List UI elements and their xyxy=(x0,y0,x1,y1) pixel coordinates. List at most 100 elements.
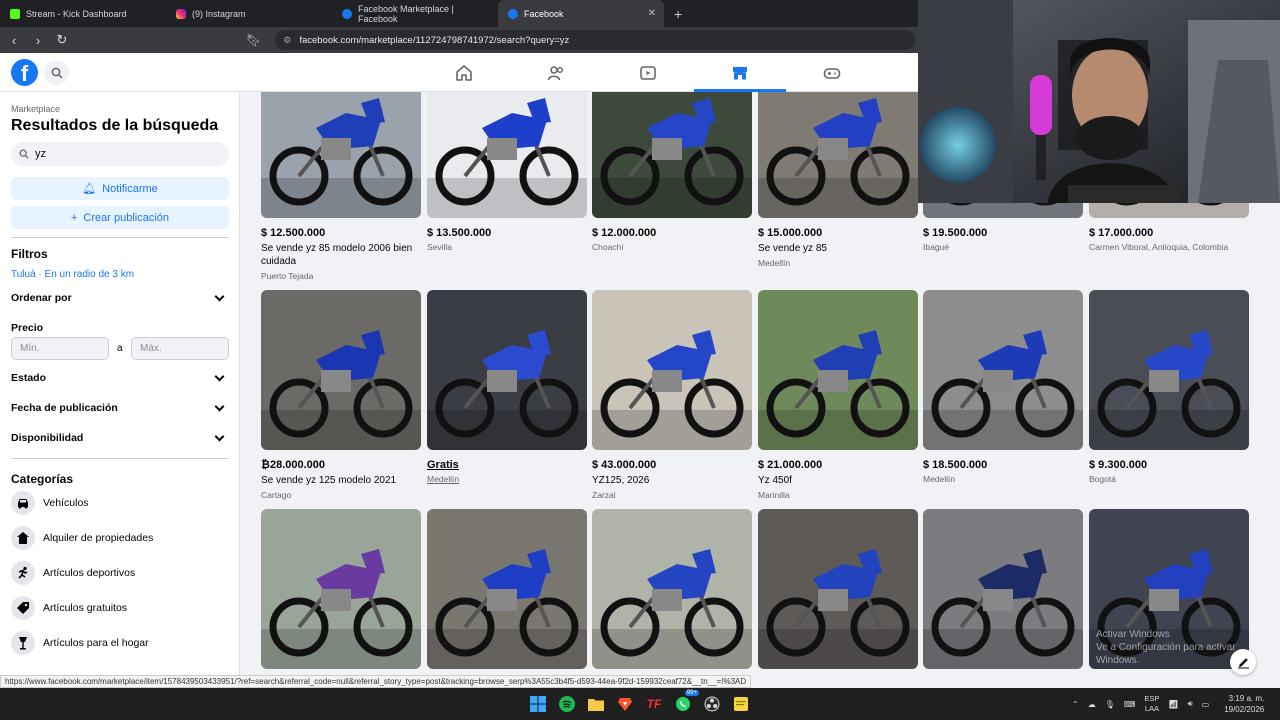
listing-card[interactable]: $ 21.000.000 Yz 450f Marinilla xyxy=(758,290,918,500)
listing-location: Medellín xyxy=(427,474,460,484)
volume-icon[interactable]: 🔊︎ xyxy=(1188,699,1193,709)
close-icon[interactable]: ✕ xyxy=(648,8,656,19)
marketplace-sidebar: Marketplace Resultados de la búsqueda yz… xyxy=(0,92,240,675)
listing-photo[interactable] xyxy=(592,509,752,669)
sticky-notes-app[interactable] xyxy=(729,692,753,716)
forward-icon[interactable]: › xyxy=(28,33,48,48)
facebook-logo[interactable]: f xyxy=(11,59,38,86)
new-tab-button[interactable]: + xyxy=(664,0,692,27)
listing-photo[interactable] xyxy=(427,92,587,218)
battery-icon[interactable]: ▭ xyxy=(1202,700,1210,709)
date-dropdown[interactable]: Fecha de publicación xyxy=(11,401,229,414)
listing-card[interactable] xyxy=(427,509,587,669)
listing-card[interactable]: $ 13.500.000 Sevilla xyxy=(427,92,587,252)
listing-card[interactable] xyxy=(592,509,752,669)
motorcycle-photo xyxy=(592,509,752,669)
price-label: Precio xyxy=(11,322,44,334)
notify-button[interactable]: 🔔︎ Notificarme xyxy=(11,177,229,200)
tab-facebook[interactable]: Facebook ✕ xyxy=(498,0,664,27)
motorcycle-photo xyxy=(592,290,752,450)
category-vehicles[interactable]: Vehículos xyxy=(11,491,89,515)
price-max-input[interactable]: Máx. xyxy=(131,337,229,360)
listing-card[interactable]: $ 12.000.000 Choachí xyxy=(592,92,752,252)
search-button[interactable] xyxy=(44,60,69,85)
listing-photo[interactable] xyxy=(758,509,918,669)
microphone-icon[interactable]: 🎙︎ xyxy=(1105,700,1115,709)
listing-photo[interactable] xyxy=(427,509,587,669)
listing-card[interactable]: $ 18.500.000 Medellín xyxy=(923,290,1083,484)
nav-video[interactable] xyxy=(602,53,694,92)
spotify-app[interactable] xyxy=(555,692,579,716)
listing-photo[interactable] xyxy=(427,290,587,450)
site-info-icon[interactable]: ⚙ xyxy=(283,35,291,46)
listing-photo[interactable] xyxy=(592,290,752,450)
category-home-goods[interactable]: Artículos para el hogar xyxy=(11,631,149,655)
search-input[interactable]: yz xyxy=(11,142,229,166)
section-label[interactable]: Marketplace xyxy=(11,104,60,114)
nav-gaming[interactable] xyxy=(786,53,878,92)
listing-card[interactable]: $ 15.000.000 Se vende yz 85 Medellín xyxy=(758,92,918,268)
tab-marketplace[interactable]: Facebook Marketplace | Facebook xyxy=(332,0,498,27)
nav-friends[interactable] xyxy=(510,53,602,92)
listing-photo[interactable] xyxy=(758,92,918,218)
price-min-placeholder: Mín. xyxy=(20,343,40,354)
system-tray: ⌃ ☁︎ 🎙︎ ⌨︎ ESP LAA 📶︎ 🔊︎ ▭ 3:19 a. m. 19… xyxy=(1072,688,1264,720)
category-label: Artículos para el hogar xyxy=(43,637,149,649)
cloud-sync-icon[interactable]: ☁︎ xyxy=(1088,700,1096,709)
motorcycle-photo xyxy=(923,509,1083,669)
category-free[interactable]: Artículos gratuitos xyxy=(11,596,127,620)
clock[interactable]: 3:19 a. m. 19/02/2026 xyxy=(1224,693,1264,715)
nav-marketplace[interactable] xyxy=(694,53,786,92)
listing-card[interactable]: $ 9.300.000 Bogotá xyxy=(1089,290,1249,484)
category-sports[interactable]: Artículos deportivos xyxy=(11,561,135,585)
price-max-placeholder: Máx. xyxy=(140,343,162,354)
start-button[interactable] xyxy=(526,692,550,716)
listing-photo[interactable] xyxy=(923,290,1083,450)
listing-location: Medellín xyxy=(758,258,791,268)
listing-card[interactable]: $ 43.000.000 YZ125, 2026 Zarzal xyxy=(592,290,752,500)
reload-icon[interactable]: ↻ xyxy=(52,32,72,48)
listing-photo[interactable] xyxy=(261,92,421,218)
file-explorer-app[interactable] xyxy=(584,692,608,716)
listing-photo[interactable] xyxy=(261,290,421,450)
sort-dropdown[interactable]: Ordenar por xyxy=(11,291,229,304)
url-field[interactable]: ⚙ facebook.com/marketplace/1127247987419… xyxy=(275,30,916,50)
obs-app[interactable] xyxy=(700,692,724,716)
back-icon[interactable]: ‹ xyxy=(4,33,24,48)
watermark-line1: Activar Windows xyxy=(1096,629,1170,640)
listing-card[interactable]: ₿28.000.000 Se vende yz 125 modelo 2021 Ca… xyxy=(261,290,421,500)
create-listing-button[interactable]: + Crear publicación xyxy=(11,206,229,229)
category-rentals[interactable]: Alquiler de propiedades xyxy=(11,526,153,550)
location-filter-link[interactable]: Tuluá · En un radio de 3 km xyxy=(11,269,134,280)
status-url-tooltip: https://www.facebook.com/marketplace/ite… xyxy=(0,675,752,688)
state-dropdown[interactable]: Estado xyxy=(11,371,229,384)
listing-card[interactable] xyxy=(261,509,421,669)
listing-card[interactable]: $ 14.000.000 xyxy=(758,509,918,675)
listing-photo[interactable] xyxy=(592,92,752,218)
whatsapp-icon xyxy=(676,697,690,711)
price-min-input[interactable]: Mín. xyxy=(11,337,109,360)
nav-home[interactable] xyxy=(418,53,510,92)
tab-instagram[interactable]: (9) Instagram xyxy=(166,0,332,27)
bookmark-icon[interactable]: 🔖︎ xyxy=(246,33,261,47)
tf-app[interactable]: TF xyxy=(642,692,666,716)
language-indicator[interactable]: ESP LAA xyxy=(1144,694,1159,714)
availability-dropdown[interactable]: Disponibilidad xyxy=(11,431,229,444)
new-message-button[interactable] xyxy=(1230,649,1256,675)
chevron-up-icon[interactable]: ⌃ xyxy=(1072,700,1079,709)
gaming-icon xyxy=(823,67,841,79)
brave-app[interactable] xyxy=(613,692,637,716)
listing-photo[interactable] xyxy=(758,290,918,450)
listing-photo[interactable] xyxy=(261,509,421,669)
listing-card[interactable]: $ 12.500.000 Se vende yz 85 modelo 2006 b… xyxy=(261,92,421,281)
listing-photo[interactable] xyxy=(923,509,1083,669)
listing-card[interactable]: Gratis Medellín xyxy=(427,290,587,484)
listing-card[interactable]: $ 16.500.000 xyxy=(923,509,1083,675)
whatsapp-app[interactable]: 99+ xyxy=(671,690,699,716)
listing-photo[interactable] xyxy=(1089,290,1249,450)
price-heading: Precio xyxy=(11,322,229,334)
price-separator: a xyxy=(117,343,123,354)
tab-kick[interactable]: Stream - Kick Dashboard xyxy=(0,0,166,27)
wifi-icon[interactable]: 📶︎ xyxy=(1168,700,1178,709)
keyboard-icon[interactable]: ⌨︎ xyxy=(1124,700,1136,709)
